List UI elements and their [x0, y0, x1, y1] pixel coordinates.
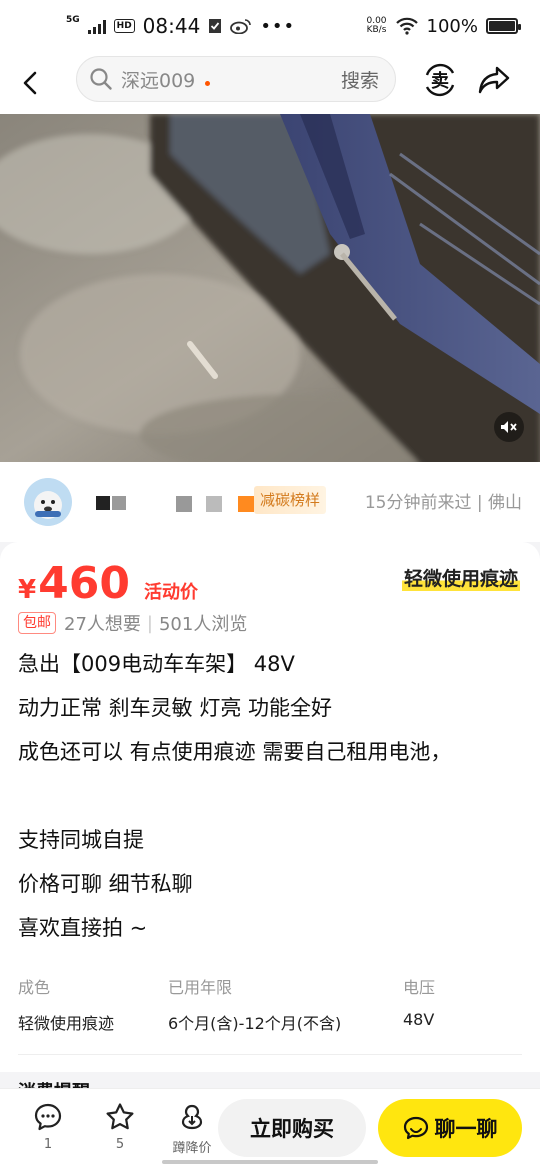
- battery-icon: [486, 18, 521, 34]
- seller-name-redacted: [96, 496, 110, 510]
- attribute-condition: 成色 轻微使用痕迹: [18, 978, 115, 1033]
- free-shipping-tag: 包邮: [18, 612, 56, 634]
- price: 460: [38, 558, 130, 609]
- back-button[interactable]: [0, 53, 60, 113]
- clock: 08:44: [142, 14, 201, 38]
- battery-percent: 100%: [426, 15, 478, 37]
- seller-avatar[interactable]: [24, 478, 72, 526]
- search-icon: [90, 68, 112, 90]
- chevron-left-icon: [23, 71, 37, 95]
- description-line: 喜欢直接拍 ~: [18, 916, 148, 940]
- comment-button[interactable]: 1: [20, 1101, 76, 1152]
- product-video[interactable]: [0, 114, 540, 462]
- hd-voice-icon: HD: [113, 19, 135, 33]
- price-drop-icon: [181, 1104, 203, 1130]
- home-indicator[interactable]: [162, 1160, 378, 1164]
- currency-symbol: ¥: [18, 575, 37, 605]
- search-query[interactable]: 深远009: [121, 66, 195, 93]
- description-line: 价格可聊 细节私聊: [18, 872, 193, 896]
- status-bar: 5G HD 08:44 ••• 0.00 KB/s 100%: [0, 0, 540, 52]
- network-type: 5G: [66, 15, 80, 25]
- listing-details: ¥ 460 活动价 轻微使用痕迹 包邮 27人想要 | 501人浏览 急出【00…: [0, 542, 540, 1098]
- search-dot: [205, 80, 211, 86]
- promo-label: 活动价: [143, 582, 198, 603]
- search-bar[interactable]: 深远009 搜索: [76, 56, 396, 102]
- sell-icon: 卖: [425, 63, 455, 97]
- comment-icon: [34, 1103, 62, 1131]
- seller-badge: 减碳榜样: [254, 486, 327, 514]
- description-line: 动力正常 刹车灵敏 灯亮 功能全好: [18, 696, 333, 720]
- favorite-button[interactable]: 5: [92, 1101, 148, 1152]
- condition-tag: 轻微使用痕迹: [401, 564, 520, 591]
- star-icon: [106, 1103, 134, 1130]
- buy-now-button[interactable]: 立即购买: [218, 1099, 366, 1157]
- seller-info[interactable]: 减碳榜样 15分钟前来过 | 佛山: [0, 462, 540, 542]
- seller-last-seen: 15分钟前来过 | 佛山: [364, 493, 522, 513]
- chat-label: 聊一聊: [434, 1117, 498, 1141]
- sell-icon-label: 卖: [431, 70, 449, 92]
- views-count: 501人浏览: [158, 614, 248, 635]
- signal-icon: [87, 18, 106, 34]
- price-drop-alert-button[interactable]: 蹲降价: [164, 1101, 220, 1156]
- search-button[interactable]: 搜索: [341, 66, 379, 93]
- network-speed: 0.00 KB/s: [366, 16, 387, 35]
- chat-icon: [403, 1116, 428, 1140]
- price-drop-label: 蹲降价: [172, 1141, 212, 1156]
- description-line: [18, 780, 518, 824]
- attribute-table: 成色 轻微使用痕迹 已用年限 6个月(含)-12个月(不含) 电压 48V: [18, 974, 522, 1034]
- wifi-icon: [395, 17, 419, 35]
- weibo-icon: [230, 18, 252, 34]
- share-icon: [478, 66, 510, 94]
- listing-stats: 包邮 27人想要 | 501人浏览: [18, 610, 247, 636]
- comment-count: 1: [43, 1137, 53, 1152]
- favorite-count: 5: [115, 1137, 125, 1152]
- notification-check-icon: [208, 17, 222, 35]
- description-line: 支持同城自提: [18, 828, 144, 852]
- product-photo: [0, 114, 540, 462]
- description: 急出【009电动车车架】 48V 动力正常 刹车灵敏 灯亮 功能全好 成色还可以…: [18, 648, 518, 956]
- share-button[interactable]: [474, 60, 514, 100]
- mute-button[interactable]: [494, 412, 524, 442]
- bottom-action-bar: 1 5 蹲降价 立即购买 聊一聊: [0, 1088, 540, 1170]
- top-navigation: 深远009 搜索 卖: [0, 52, 540, 114]
- wants-count: 27人想要: [64, 614, 141, 635]
- price-row: ¥ 460 活动价: [18, 558, 198, 609]
- chat-button[interactable]: 聊一聊: [378, 1099, 522, 1157]
- more-notifications-icon: •••: [260, 15, 296, 37]
- volume-muted-icon: [501, 421, 517, 433]
- description-line: 急出【009电动车车架】 48V: [18, 652, 295, 676]
- sell-button[interactable]: 卖: [420, 60, 460, 100]
- divider: [18, 1054, 522, 1055]
- attribute-voltage: 电压 48V: [403, 978, 436, 1029]
- attribute-years-used: 已用年限 6个月(含)-12个月(不含): [168, 978, 342, 1033]
- description-line: 成色还可以 有点使用痕迹 需要自己租用电池，: [18, 740, 452, 764]
